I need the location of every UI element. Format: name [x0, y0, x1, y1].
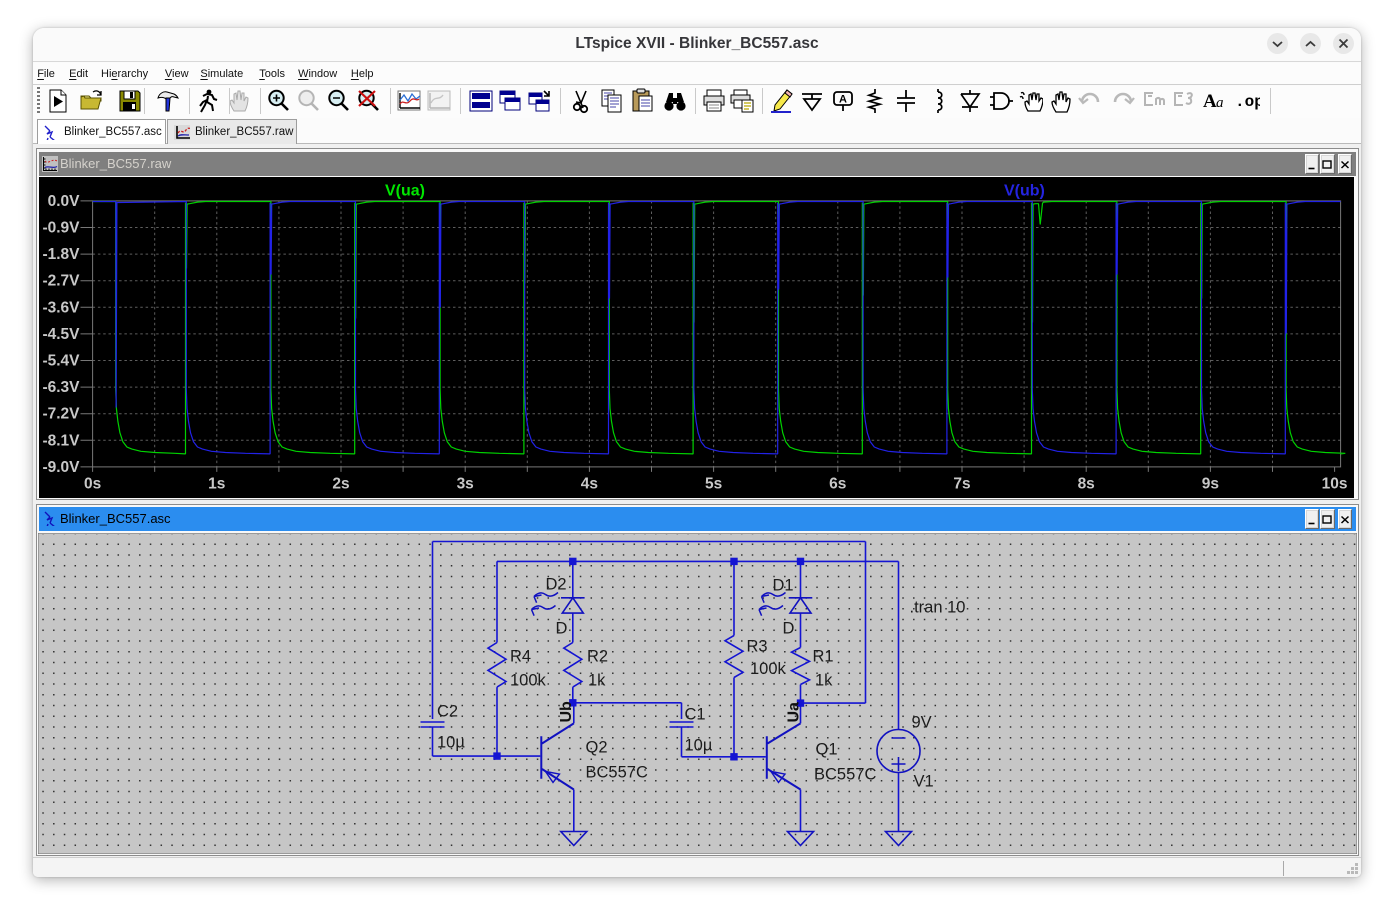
svg-text:.op: .op: [1235, 93, 1260, 111]
svg-text:-3.6V: -3.6V: [42, 299, 80, 316]
svg-text:0s: 0s: [84, 475, 101, 492]
svg-text:10µ: 10µ: [437, 733, 465, 751]
svg-text:D: D: [783, 619, 795, 637]
svg-text:1k: 1k: [588, 671, 606, 689]
svg-text:A: A: [1203, 91, 1217, 112]
svg-text:V(ub): V(ub): [1004, 182, 1045, 199]
svg-text:100k: 100k: [750, 660, 787, 678]
svg-text:D: D: [556, 619, 568, 637]
svg-text:C2: C2: [437, 702, 458, 720]
svg-text:7s: 7s: [953, 475, 970, 492]
svg-text:1s: 1s: [208, 475, 225, 492]
svg-text:a: a: [1216, 95, 1224, 111]
svg-text:V1: V1: [914, 772, 934, 790]
svg-text:Q2: Q2: [586, 738, 608, 756]
svg-text:-2.7V: -2.7V: [42, 272, 80, 289]
svg-text:10s: 10s: [1322, 475, 1348, 492]
svg-text:-1.8V: -1.8V: [42, 246, 80, 263]
svg-text:4s: 4s: [581, 475, 598, 492]
svg-text:-9.0V: -9.0V: [42, 458, 80, 475]
svg-text:C1: C1: [685, 705, 706, 723]
svg-text:9s: 9s: [1202, 475, 1219, 492]
svg-text:1k: 1k: [815, 671, 833, 689]
svg-text:9V: 9V: [912, 713, 932, 731]
svg-text:5s: 5s: [705, 475, 722, 492]
svg-text:0.0V: 0.0V: [48, 192, 81, 209]
svg-text:BC557C: BC557C: [814, 765, 876, 783]
svg-text:R1: R1: [813, 647, 834, 665]
svg-text:.tran 10: .tran 10: [910, 598, 966, 616]
svg-text:Ua: Ua: [786, 701, 803, 722]
svg-text:A: A: [839, 94, 847, 106]
svg-text:R4: R4: [510, 647, 531, 665]
svg-text:6s: 6s: [829, 475, 846, 492]
svg-text:BC557C: BC557C: [586, 763, 648, 781]
svg-text:R3: R3: [747, 637, 768, 655]
svg-text:-5.4V: -5.4V: [42, 352, 80, 369]
svg-text:D1: D1: [773, 576, 794, 594]
svg-text:-8.1V: -8.1V: [42, 432, 80, 449]
svg-text:D2: D2: [546, 575, 567, 593]
svg-text:-0.9V: -0.9V: [42, 219, 80, 236]
svg-text:-6.3V: -6.3V: [42, 379, 80, 396]
svg-text:10µ: 10µ: [685, 736, 713, 754]
svg-text:8s: 8s: [1078, 475, 1095, 492]
svg-text:Ub: Ub: [558, 700, 575, 722]
svg-text:-7.2V: -7.2V: [42, 405, 80, 422]
svg-text:100k: 100k: [510, 671, 547, 689]
svg-text:V(ua): V(ua): [385, 182, 425, 199]
svg-text:3s: 3s: [457, 475, 474, 492]
svg-text:R2: R2: [587, 647, 608, 665]
svg-text:Q1: Q1: [816, 740, 838, 758]
svg-text:-4.5V: -4.5V: [42, 325, 80, 342]
svg-text:2s: 2s: [332, 475, 349, 492]
